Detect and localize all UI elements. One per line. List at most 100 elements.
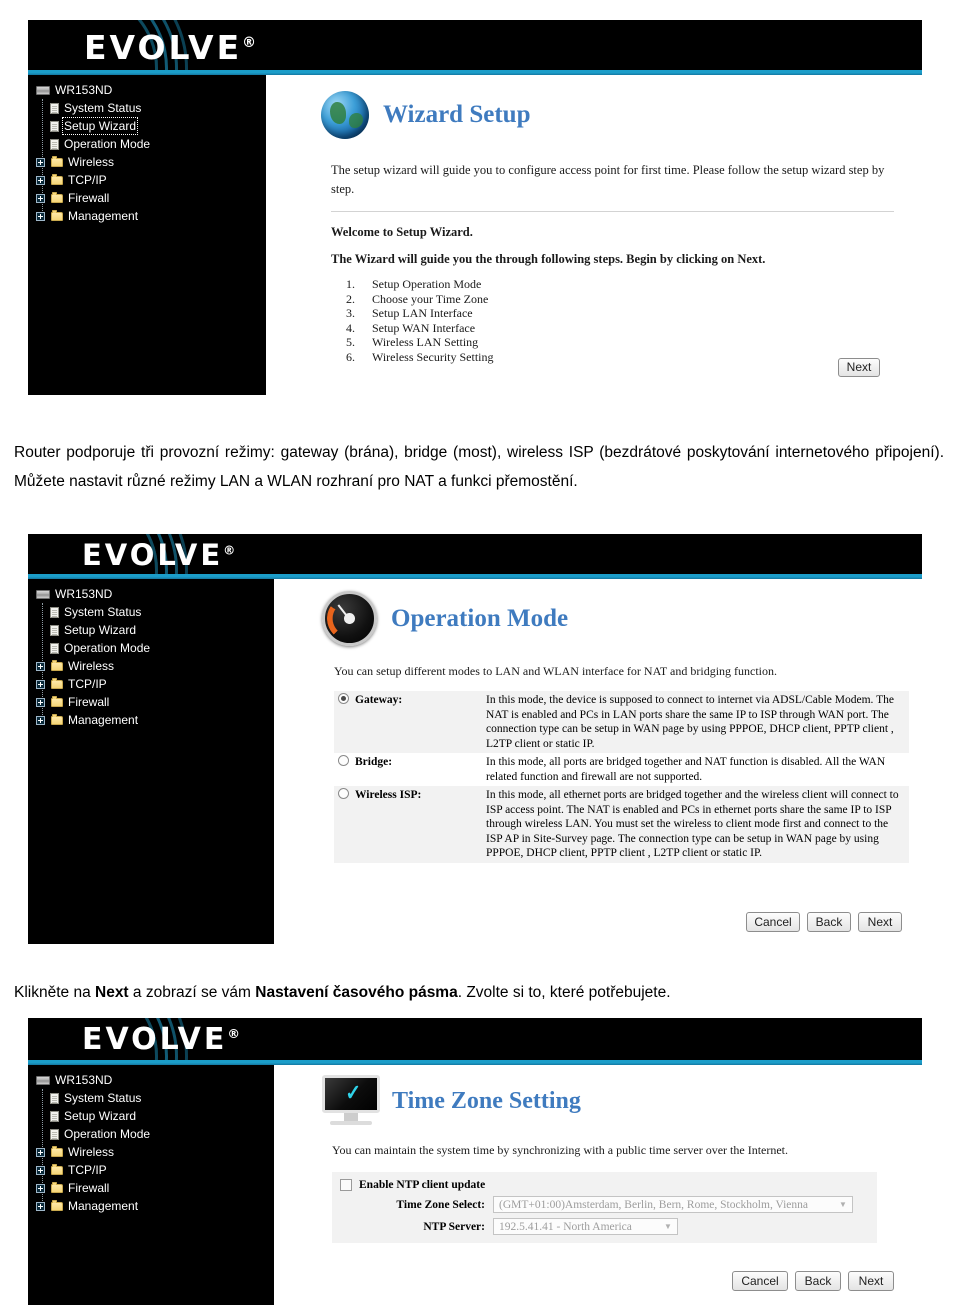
sidebar-item-system-status[interactable]: System Status [32,99,266,117]
folder-icon [51,173,63,185]
nav-tree: WR153ND System Status Setup Wizard Opera… [28,75,266,225]
sidebar-item-management[interactable]: Management [32,711,274,729]
sidebar-item-firewall[interactable]: Firewall [32,189,266,207]
wizard-welcome-text: Welcome to Setup Wizard. [331,225,473,239]
sidebar-item-firewall[interactable]: Firewall [32,1179,274,1197]
expand-plus-icon[interactable] [36,1165,45,1175]
option-row-bridge[interactable]: Bridge: In this mode, all ports are brid… [334,753,909,786]
ntp-server-select[interactable]: 192.5.41.41 - North America ▼ [493,1218,678,1235]
sidebar-item-firewall[interactable]: Firewall [32,693,274,711]
sidebar-item-wireless[interactable]: Wireless [32,657,274,675]
globe-icon [321,91,369,139]
expand-plus-icon[interactable] [36,175,45,185]
time-zone-select[interactable]: (GMT+01:00)Amsterdam, Berlin, Bern, Rome… [493,1196,853,1213]
option-row-gateway[interactable]: Gateway: In this mode, the device is sup… [334,691,909,753]
sidebar-time-zone: WR153ND System Status Setup Wizard Opera… [28,1065,274,1305]
nav-tree: WR153ND System Status Setup Wizard Opera… [28,1065,274,1215]
nav-tree: WR153ND System Status Setup Wizard Opera… [28,579,274,729]
radio-wireless-isp[interactable] [338,788,349,799]
monitor-stand [344,1113,358,1121]
sidebar-item-root[interactable]: WR153ND [32,81,266,99]
chevron-down-icon[interactable]: ▼ [836,1200,850,1209]
option-label: Bridge: [355,756,393,768]
sidebar-wizard: WR153ND System Status Setup Wizard Opera… [28,75,266,395]
folder-icon [51,1145,63,1157]
brand-header-time-zone: EVOLVE® [28,1018,922,1060]
sidebar-item-label: Firewall [68,695,110,709]
sidebar-root-label: WR153ND [55,1073,113,1087]
sidebar-item-wireless[interactable]: Wireless [32,153,266,171]
radio-gateway[interactable] [338,693,349,704]
wizard-step-item: 1. Setup Operation Mode [346,277,922,292]
sidebar-item-label: Setup Wizard [64,623,137,637]
sidebar-item-wireless[interactable]: Wireless [32,1143,274,1161]
sidebar-item-system-status[interactable]: System Status [32,603,274,621]
check-icon: ✓ [345,1079,361,1105]
step-label: Wireless Security Setting [372,349,494,364]
sidebar-item-operation-mode[interactable]: Operation Mode [32,639,274,657]
time-zone-select-label: Time Zone Select: [396,1198,485,1211]
expand-plus-icon[interactable] [36,1201,45,1211]
sidebar-item-setup-wizard[interactable]: Setup Wizard [32,621,274,639]
sidebar-item-operation-mode[interactable]: Operation Mode [32,135,266,153]
option-label-cell: Bridge: [334,753,482,786]
sidebar-item-label: Wireless [68,1145,115,1159]
page-title-row: Wizard Setup [266,75,922,139]
expand-plus-icon[interactable] [36,157,45,167]
expand-plus-icon[interactable] [36,211,45,221]
sidebar-item-operation-mode[interactable]: Operation Mode [32,1125,274,1143]
back-button[interactable]: Back [795,1271,841,1291]
evolve-logo-text: EVOLVE [84,28,243,67]
brand-header-operation-mode: EVOLVE® [28,534,922,574]
sidebar-item-tcp-ip[interactable]: TCP/IP [32,171,266,189]
folder-icon [51,209,63,221]
evolve-logo: EVOLVE® [82,1022,240,1057]
option-label: Gateway: [355,694,403,706]
expand-plus-icon[interactable] [36,679,45,689]
cancel-button[interactable]: Cancel [732,1271,788,1291]
next-button[interactable]: Next [838,358,880,377]
enable-ntp-row[interactable]: Enable NTP client update [340,1179,869,1191]
expand-plus-icon[interactable] [36,715,45,725]
sidebar-item-system-status[interactable]: System Status [32,1089,274,1107]
folder-icon [51,713,63,725]
sidebar-item-root[interactable]: WR153ND [32,585,274,603]
content-wizard: Wizard Setup The setup wizard will guide… [266,75,922,395]
chevron-down-icon[interactable]: ▼ [661,1222,675,1231]
router-icon [36,1075,50,1085]
ntp-server-row: NTP Server: 192.5.41.41 - North America … [340,1218,869,1235]
step-number: 2. [346,291,355,306]
content-operation-mode: Operation Mode You can setup different m… [274,579,922,944]
enable-ntp-checkbox[interactable] [340,1179,352,1191]
back-button[interactable]: Back [807,912,851,932]
sidebar-item-label: Management [68,1199,139,1213]
expand-plus-icon[interactable] [36,193,45,203]
next-button[interactable]: Next [858,912,902,932]
step-label: Setup WAN Interface [372,320,476,335]
option-row-wireless-isp[interactable]: Wireless ISP: In this mode, all ethernet… [334,786,909,863]
expand-plus-icon[interactable] [36,661,45,671]
sidebar-item-setup-wizard[interactable]: Setup Wizard [32,1107,274,1125]
sidebar-item-label: Firewall [68,191,110,205]
cancel-button[interactable]: Cancel [746,912,800,932]
next-button[interactable]: Next [848,1271,894,1291]
sidebar-item-label: Management [68,209,139,223]
sidebar-item-root[interactable]: WR153ND [32,1071,274,1089]
page-icon [50,606,59,618]
registered-mark-icon: ® [227,1026,240,1041]
gauge-hub [344,613,355,624]
sidebar-item-management[interactable]: Management [32,1197,274,1215]
sidebar-item-management[interactable]: Management [32,207,266,225]
time-zone-select-row: Time Zone Select: (GMT+01:00)Amsterdam, … [340,1196,869,1213]
expand-plus-icon[interactable] [36,1183,45,1193]
operation-mode-button-row: Cancel Back Next [746,912,902,932]
radio-bridge[interactable] [338,755,349,766]
expand-plus-icon[interactable] [36,697,45,707]
ntp-server-select-value: 192.5.41.41 - North America [499,1220,632,1233]
sidebar-item-tcp-ip[interactable]: TCP/IP [32,675,274,693]
page-title-row: Operation Mode [274,579,922,646]
sidebar-item-tcp-ip[interactable]: TCP/IP [32,1161,274,1179]
folder-icon [51,695,63,707]
sidebar-item-setup-wizard[interactable]: Setup Wizard [32,117,266,135]
expand-plus-icon[interactable] [36,1147,45,1157]
